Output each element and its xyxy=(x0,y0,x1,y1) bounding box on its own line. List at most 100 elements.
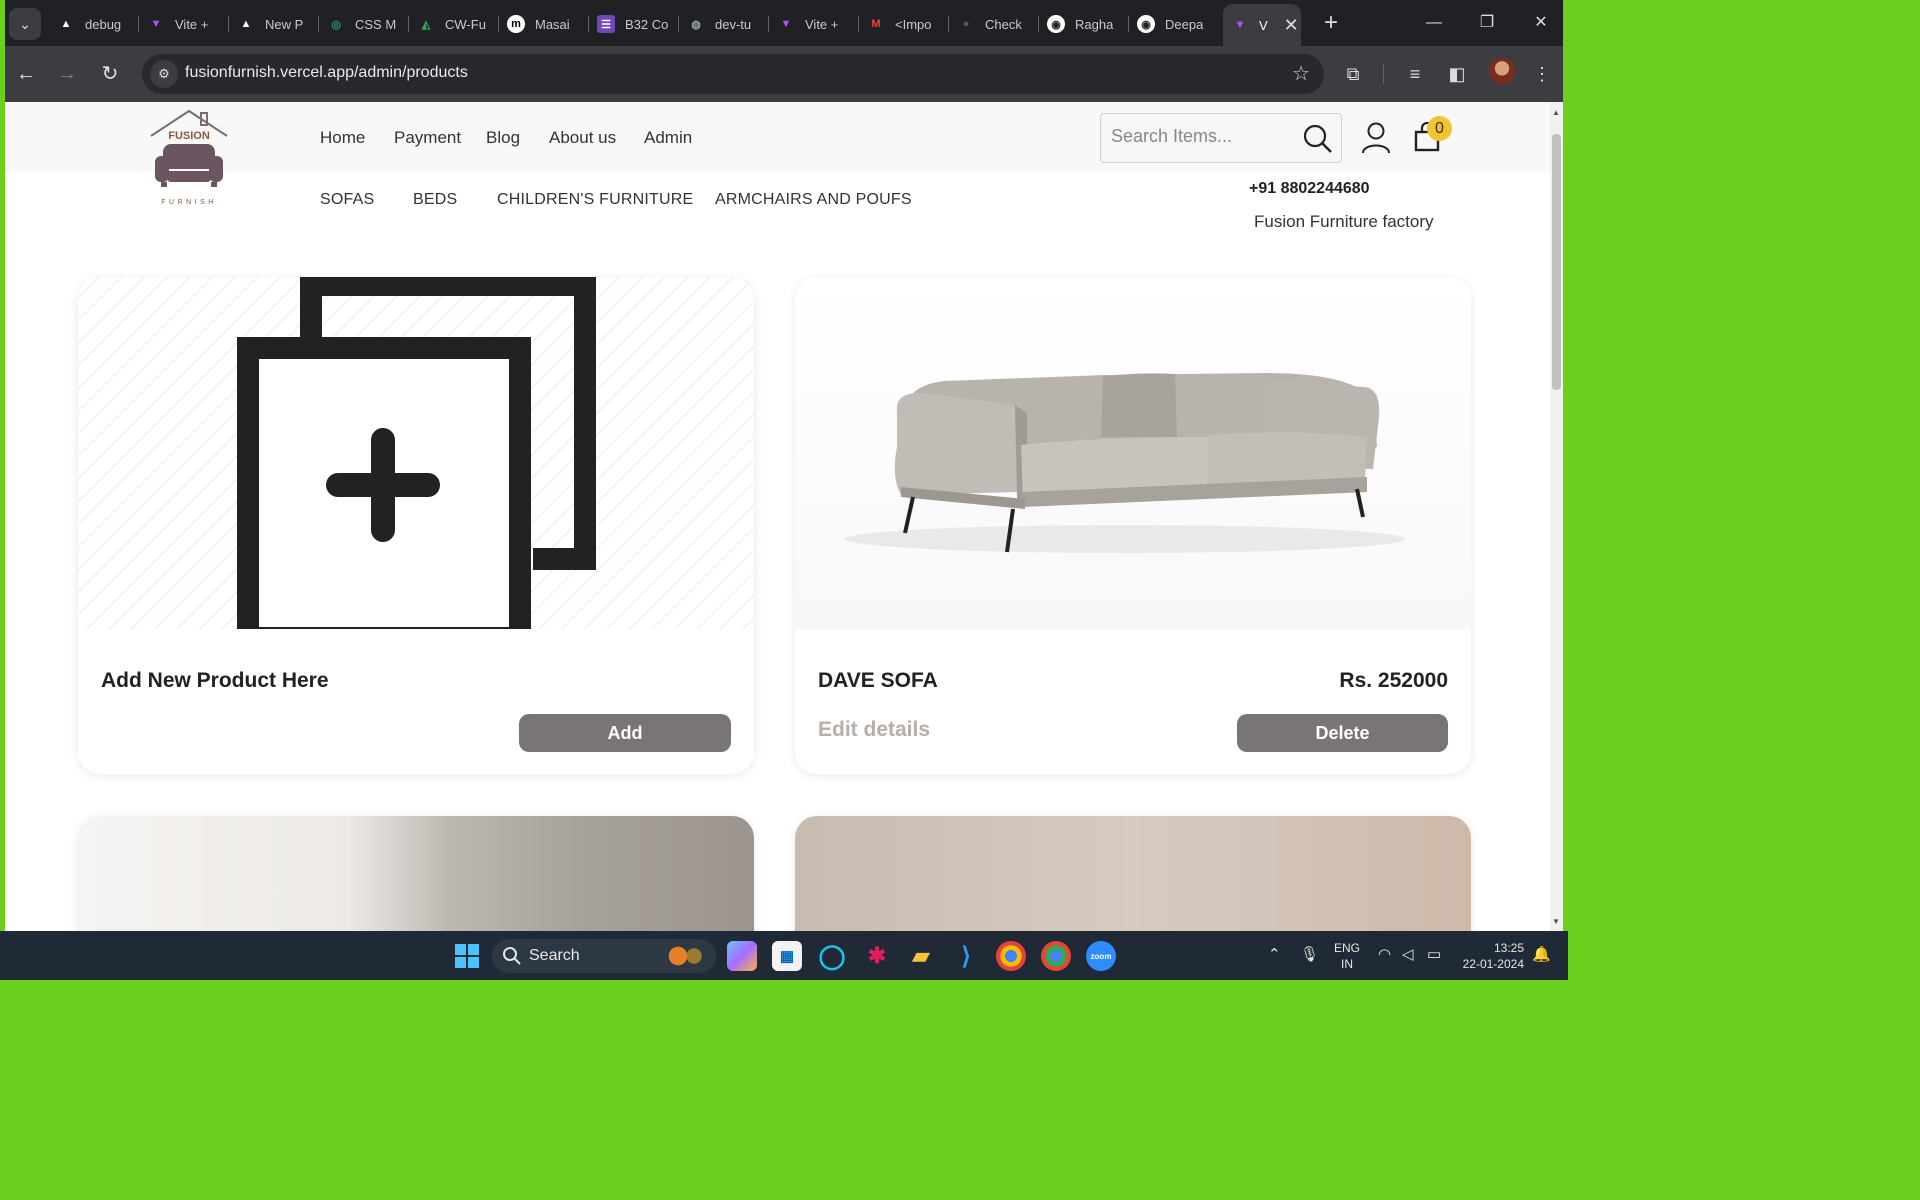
nav-payment[interactable]: Payment xyxy=(394,128,461,148)
restore-button[interactable]: ❐ xyxy=(1467,8,1507,38)
logo-text-top: FUSION xyxy=(168,130,210,142)
browser-tab[interactable]: M <Impo xyxy=(867,10,949,38)
tab-label: debug xyxy=(85,16,122,32)
vercel-icon: ▲ xyxy=(240,18,252,30)
browser-tab[interactable]: ▲ New P xyxy=(237,10,319,38)
browser-tab[interactable]: ◍ dev-tu xyxy=(687,10,769,38)
battery-icon[interactable]: ▭ xyxy=(1427,945,1441,963)
user-icon[interactable] xyxy=(1361,122,1391,159)
extensions-icon[interactable]: ⧉ xyxy=(1339,60,1367,88)
browser-tab[interactable]: ▲ debug xyxy=(57,10,139,38)
taskbar-search[interactable]: Search xyxy=(492,939,716,973)
show-hidden-icons-icon[interactable]: ⌃ xyxy=(1268,945,1281,963)
cart-count-badge: 0 xyxy=(1427,116,1452,141)
tab-label: CW-Fu xyxy=(445,16,486,32)
tab-label: Deepa xyxy=(1165,16,1204,32)
nav-blog[interactable]: Blog xyxy=(486,128,520,148)
tab-label: dev-tu xyxy=(715,16,752,32)
search-box xyxy=(1100,113,1342,163)
microsoft-store-icon[interactable]: ▦ xyxy=(772,941,802,971)
product-image[interactable] xyxy=(78,816,754,931)
zoom-icon[interactable]: zoom xyxy=(1086,941,1116,971)
search-icon[interactable] xyxy=(1303,124,1333,159)
category-armchairs-poufs[interactable]: ARMCHAIRS AND POUFS xyxy=(715,191,912,209)
scroll-up-arrow-icon[interactable]: ▲ xyxy=(1552,108,1560,117)
microphone-icon[interactable]: 🎙 xyxy=(1300,945,1319,963)
vite-icon: ▼ xyxy=(1234,19,1246,31)
site-logo[interactable]: FUSION FURNISH xyxy=(149,108,231,208)
edit-details-link[interactable]: Edit details xyxy=(818,718,930,742)
browser-tab[interactable]: ◉ Deepa xyxy=(1137,10,1219,38)
browser-tab[interactable]: ◭ CW-Fu xyxy=(417,10,499,38)
tab-label: Vite + xyxy=(175,16,209,32)
browser-tab[interactable]: ◉ Ragha xyxy=(1047,10,1129,38)
browser-tab[interactable]: ● Check xyxy=(957,10,1039,38)
vercel-icon: ▲ xyxy=(60,18,72,30)
product-image[interactable] xyxy=(795,816,1471,931)
nav-about-us[interactable]: About us xyxy=(549,128,616,148)
github-icon: ◉ xyxy=(1047,15,1065,33)
browser-tab[interactable]: ☰ B32 Co xyxy=(597,10,679,38)
clock-date: 22-01-2024 xyxy=(1462,957,1524,971)
google-drive-icon: ◭ xyxy=(421,18,431,31)
scrollbar-thumb[interactable] xyxy=(1552,134,1561,390)
side-panel-icon[interactable]: ◧ xyxy=(1443,60,1471,88)
slack-icon[interactable]: ✱ xyxy=(862,941,892,971)
scroll-down-arrow-icon[interactable]: ▼ xyxy=(1552,917,1560,926)
browser-tab[interactable]: ◎ CSS M xyxy=(327,10,409,38)
vite-icon: ▼ xyxy=(150,18,162,30)
page-viewport: FUSION FURNISH Home Payment Blog About u… xyxy=(5,102,1550,931)
site-info-icon[interactable]: ⚙ xyxy=(150,60,178,88)
forms-icon: ☰ xyxy=(597,15,615,33)
vscode-icon[interactable]: ⟩ xyxy=(951,941,981,971)
tab-search-button[interactable]: ⌄ xyxy=(9,8,41,40)
new-tab-button[interactable]: + xyxy=(1317,10,1345,38)
region-code: IN xyxy=(1341,957,1353,971)
media-control-icon[interactable]: ≡ xyxy=(1401,60,1429,88)
category-childrens-furniture[interactable]: CHILDREN'S FURNITURE xyxy=(497,191,693,209)
close-window-button[interactable]: ✕ xyxy=(1521,8,1561,38)
back-button[interactable]: ← xyxy=(10,58,42,90)
notification-bell-icon[interactable]: 🔔 xyxy=(1532,945,1551,963)
browser-tab[interactable]: ▼ Vite + xyxy=(777,10,859,38)
wifi-icon[interactable]: ◠ xyxy=(1378,945,1391,963)
search-input[interactable] xyxy=(1111,126,1291,147)
url-text[interactable]: fusionfurnish.vercel.app/admin/products xyxy=(185,64,468,82)
cortana-icon[interactable]: ◯ xyxy=(817,941,847,971)
add-button[interactable]: Add xyxy=(519,714,731,752)
browser-tab[interactable]: m Masai xyxy=(507,10,589,38)
chrome-icon[interactable] xyxy=(996,941,1026,971)
profile-avatar[interactable] xyxy=(1489,58,1515,84)
language-indicator[interactable]: ENG IN xyxy=(1334,940,1360,972)
browser-tab[interactable]: ▼ Vite + xyxy=(147,10,229,38)
delete-button[interactable]: Delete xyxy=(1237,714,1448,752)
category-sofas[interactable]: SOFAS xyxy=(320,191,374,209)
forward-button[interactable]: → xyxy=(51,58,83,90)
nav-home[interactable]: Home xyxy=(320,128,365,148)
copilot-icon[interactable] xyxy=(727,941,757,971)
browser-menu-icon[interactable]: ⋮ xyxy=(1528,60,1556,88)
tab-label: Check xyxy=(985,16,1022,32)
bookmark-star-icon[interactable]: ☆ xyxy=(1292,61,1310,86)
browser-tab-active[interactable]: ▼ V ✕ xyxy=(1223,4,1301,46)
search-icon xyxy=(502,946,522,971)
start-button[interactable] xyxy=(452,941,482,971)
taskbar-search-label: Search xyxy=(529,947,580,964)
system-clock[interactable]: 13:25 22-01-2024 xyxy=(1458,940,1524,972)
product-image[interactable] xyxy=(795,277,1471,629)
category-beds[interactable]: BEDS xyxy=(413,191,457,209)
add-product-image[interactable] xyxy=(78,277,754,629)
browser-toolbar: ← → ↻ ⚙ fusionfurnish.vercel.app/admin/p… xyxy=(5,46,1563,102)
reload-button[interactable]: ↻ xyxy=(94,58,126,90)
page-scrollbar[interactable]: ▲ ▼ xyxy=(1550,102,1563,931)
nav-admin[interactable]: Admin xyxy=(644,128,692,148)
chrome-profile-icon[interactable] xyxy=(1041,941,1071,971)
close-tab-icon[interactable]: ✕ xyxy=(1284,15,1299,36)
volume-icon[interactable]: ◁ xyxy=(1402,945,1414,963)
file-explorer-icon[interactable]: ▰ xyxy=(906,941,936,971)
minimize-button[interactable]: — xyxy=(1414,8,1454,38)
chatgpt-icon: ◎ xyxy=(331,18,341,31)
address-bar[interactable]: ⚙ fusionfurnish.vercel.app/admin/product… xyxy=(142,54,1324,94)
github-icon: ◉ xyxy=(1137,15,1155,33)
site-icon: ● xyxy=(962,18,970,30)
